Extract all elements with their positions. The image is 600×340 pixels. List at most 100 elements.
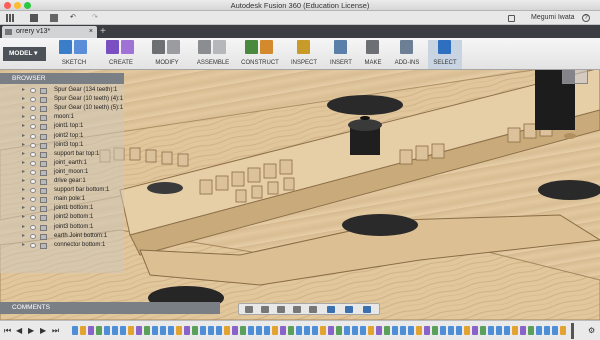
timeline-play-icon[interactable]: ▶ (28, 326, 34, 335)
timeline-feature-icon[interactable] (552, 326, 558, 335)
timeline-feature-icon[interactable] (120, 326, 126, 335)
timeline-feature-icon[interactable] (344, 326, 350, 335)
browser-item[interactable]: ▸ Spur Gear (10 teeth) (5):1 (0, 104, 124, 113)
timeline-feature-icon[interactable] (440, 326, 446, 335)
visibility-toggle-icon[interactable] (30, 215, 36, 221)
timeline-feature-icon[interactable] (352, 326, 358, 335)
timeline-feature-icon[interactable] (456, 326, 462, 335)
timeline-last-icon[interactable]: ⏭ (52, 326, 59, 336)
timeline-feature-icon[interactable] (224, 326, 230, 335)
file-menu-icon[interactable] (30, 14, 38, 22)
save-icon[interactable] (50, 14, 58, 22)
undo-icon[interactable]: ↶ (70, 13, 76, 23)
visibility-toggle-icon[interactable] (30, 179, 36, 184)
browser-item[interactable]: ▸ connector bottom:1 (0, 241, 124, 250)
timeline-feature-icon[interactable] (152, 326, 158, 335)
ribbon-group-sketch[interactable]: SKETCH (52, 40, 96, 69)
ribbon-group-modify[interactable]: MODIFY (146, 40, 188, 69)
timeline-feature-icon[interactable] (448, 326, 454, 335)
fit-icon[interactable] (309, 306, 317, 313)
timeline-feature-icon[interactable] (408, 326, 414, 335)
ribbon-group-label[interactable]: MAKE (360, 60, 386, 66)
timeline-settings-icon[interactable]: ⚙ (588, 326, 595, 335)
ribbon-group-label[interactable]: ADD-INS (390, 60, 424, 66)
measure-icon[interactable] (296, 40, 310, 54)
addin-icon[interactable] (399, 40, 413, 54)
timeline-feature-icon[interactable] (104, 326, 110, 335)
plane-icon[interactable] (245, 40, 258, 54)
timeline-feature-icon[interactable] (112, 326, 118, 335)
browser-item[interactable]: ▸ joint2 bottom:1 (0, 213, 124, 222)
timeline-feature-icon[interactable] (304, 326, 310, 335)
user-name[interactable]: Megumi Iwata (531, 13, 575, 23)
workspace-switcher[interactable]: MODEL ▾ (3, 47, 46, 61)
timeline-feature-icon[interactable] (240, 326, 246, 335)
browser-item[interactable]: ▸ Spur Gear (10 teeth) (4):1 (0, 95, 124, 104)
timeline-feature-icon[interactable] (312, 326, 318, 335)
timeline-feature-icon[interactable] (512, 326, 518, 335)
redo-icon[interactable]: ↷ (92, 13, 98, 23)
make-print-icon[interactable] (365, 40, 379, 54)
sketch-rect-icon[interactable] (74, 40, 87, 54)
timeline-feature-icon[interactable] (424, 326, 430, 335)
fillet-icon[interactable] (167, 40, 180, 54)
timeline-feature-icon[interactable] (280, 326, 286, 335)
timeline-feature-icon[interactable] (232, 326, 238, 335)
timeline-feature-icon[interactable] (80, 326, 86, 335)
timeline-feature-icon[interactable] (216, 326, 222, 335)
timeline-feature-icon[interactable] (208, 326, 214, 335)
zoom-icon[interactable] (293, 306, 301, 313)
visibility-toggle-icon[interactable] (30, 224, 36, 230)
timeline-feature-icon[interactable] (328, 326, 334, 335)
timeline-feature-icon[interactable] (296, 326, 302, 335)
timeline-feature-icon[interactable] (384, 326, 390, 335)
timeline-feature-icon[interactable] (376, 326, 382, 335)
timeline-feature-icon[interactable] (536, 326, 542, 335)
select-arrow-icon[interactable] (437, 40, 451, 54)
viewcube-icon[interactable] (562, 70, 588, 84)
ribbon-group-insert[interactable]: INSERT (326, 40, 356, 69)
ribbon-group-make[interactable]: MAKE (360, 40, 386, 69)
browser-item[interactable]: ▸ moon:1 (0, 113, 124, 122)
timeline-feature-icon[interactable] (136, 326, 142, 335)
timeline-next-icon[interactable]: ▶ (40, 326, 46, 335)
look-at-icon[interactable] (261, 306, 269, 313)
timeline-feature-icon[interactable] (256, 326, 262, 335)
browser-item[interactable]: ▸ support bar bottom:1 (0, 186, 124, 195)
ribbon-group-label[interactable]: ASSEMBLE (192, 60, 234, 66)
browser-item[interactable]: ▸ joint2 top:1 (0, 132, 124, 141)
visibility-toggle-icon[interactable] (30, 160, 36, 166)
ribbon-group-label[interactable]: INSERT (326, 60, 356, 66)
timeline-feature-icon[interactable] (416, 326, 422, 335)
browser-item[interactable]: ▸ joint_moon:1 (0, 168, 124, 177)
timeline-feature-icon[interactable] (192, 326, 198, 335)
visibility-toggle-icon[interactable] (30, 242, 36, 248)
visibility-toggle-icon[interactable] (30, 233, 36, 239)
job-status-icon[interactable] (508, 15, 515, 22)
axis-icon[interactable] (260, 40, 273, 54)
browser-header[interactable]: BROWSER (0, 73, 124, 84)
timeline-feature-icon[interactable] (496, 326, 502, 335)
ribbon-group-inspect[interactable]: INSPECT (286, 40, 322, 69)
timeline-feature-icon[interactable] (160, 326, 166, 335)
timeline-feature-icon[interactable] (480, 326, 486, 335)
ribbon-group-select[interactable]: SELECT (428, 40, 462, 69)
ribbon-group-create[interactable]: CREATE (100, 40, 142, 69)
ribbon-group-label[interactable]: SKETCH (52, 60, 96, 66)
box-icon[interactable] (106, 40, 119, 54)
visibility-toggle-icon[interactable] (30, 151, 36, 157)
comments-panel-header[interactable]: COMMENTS (0, 302, 220, 314)
ribbon-group-label[interactable]: INSPECT (286, 60, 322, 66)
timeline-feature-icon[interactable] (176, 326, 182, 335)
timeline-feature-icon[interactable] (400, 326, 406, 335)
timeline-feature-icon[interactable] (248, 326, 254, 335)
ribbon-group-construct[interactable]: CONSTRUCT (238, 40, 282, 69)
timeline-feature-icon[interactable] (320, 326, 326, 335)
timeline-first-icon[interactable]: ⏮ (4, 326, 11, 336)
browser-item[interactable]: ▸ joint3 top:1 (0, 141, 124, 150)
browser-item[interactable]: ▸ joint1 bottom:1 (0, 204, 124, 213)
timeline-feature-icon[interactable] (560, 326, 566, 335)
timeline-feature-icon[interactable] (144, 326, 150, 335)
viewports-icon[interactable] (363, 306, 371, 313)
timeline-feature-icon[interactable] (464, 326, 470, 335)
